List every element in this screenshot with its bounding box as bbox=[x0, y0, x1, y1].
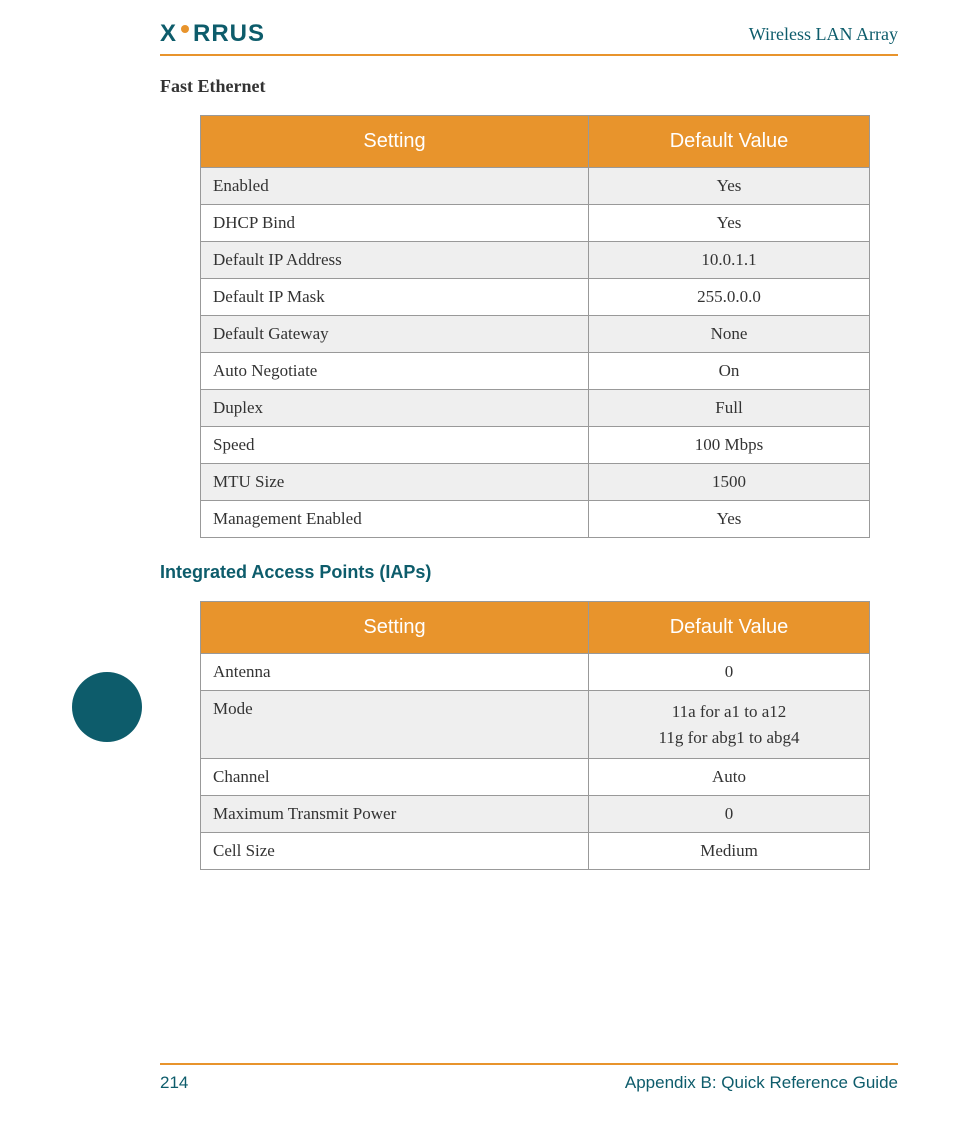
value-cell: 1500 bbox=[589, 464, 870, 501]
table-header-setting: Setting bbox=[201, 116, 589, 168]
setting-cell: Mode bbox=[201, 691, 589, 759]
iaps-table: Setting Default Value Antenna0Mode11a fo… bbox=[200, 601, 870, 870]
appendix-label: Appendix B: Quick Reference Guide bbox=[625, 1073, 898, 1093]
setting-cell: Channel bbox=[201, 759, 589, 796]
table-row: Cell SizeMedium bbox=[201, 833, 870, 870]
value-cell: 255.0.0.0 bbox=[589, 279, 870, 316]
value-cell: 0 bbox=[589, 654, 870, 691]
value-cell: 100 Mbps bbox=[589, 427, 870, 464]
setting-cell: Antenna bbox=[201, 654, 589, 691]
setting-cell: DHCP Bind bbox=[201, 205, 589, 242]
table-row: EnabledYes bbox=[201, 168, 870, 205]
value-cell: Full bbox=[589, 390, 870, 427]
logo-dot-icon bbox=[181, 25, 189, 33]
value-cell: Medium bbox=[589, 833, 870, 870]
value-cell: 11a for a1 to a1211g for abg1 to abg4 bbox=[589, 691, 870, 759]
table-row: Management EnabledYes bbox=[201, 501, 870, 538]
value-cell: 10.0.1.1 bbox=[589, 242, 870, 279]
table-header-setting: Setting bbox=[201, 602, 589, 654]
table-row: Maximum Transmit Power0 bbox=[201, 796, 870, 833]
table-row: Default IP Address10.0.1.1 bbox=[201, 242, 870, 279]
value-cell: 0 bbox=[589, 796, 870, 833]
value-cell: Auto bbox=[589, 759, 870, 796]
setting-cell: Management Enabled bbox=[201, 501, 589, 538]
table-row: MTU Size1500 bbox=[201, 464, 870, 501]
margin-circle-icon bbox=[72, 672, 142, 742]
setting-cell: Maximum Transmit Power bbox=[201, 796, 589, 833]
logo-text-rrus: RRUS bbox=[193, 20, 265, 48]
logo-text-x: X bbox=[160, 20, 177, 48]
page-footer: 214 Appendix B: Quick Reference Guide bbox=[160, 1063, 898, 1093]
table-row: Default IP Mask255.0.0.0 bbox=[201, 279, 870, 316]
table-row: Auto NegotiateOn bbox=[201, 353, 870, 390]
setting-cell: Duplex bbox=[201, 390, 589, 427]
value-cell: Yes bbox=[589, 205, 870, 242]
setting-cell: Enabled bbox=[201, 168, 589, 205]
setting-cell: Cell Size bbox=[201, 833, 589, 870]
setting-cell: Auto Negotiate bbox=[201, 353, 589, 390]
fast-ethernet-table: Setting Default Value EnabledYesDHCP Bin… bbox=[200, 115, 870, 538]
table-row: DHCP BindYes bbox=[201, 205, 870, 242]
value-cell: Yes bbox=[589, 501, 870, 538]
page-header: X RRUS Wireless LAN Array bbox=[160, 20, 898, 56]
setting-cell: MTU Size bbox=[201, 464, 589, 501]
table-header-default-value: Default Value bbox=[589, 116, 870, 168]
value-cell: On bbox=[589, 353, 870, 390]
page-number: 214 bbox=[160, 1073, 188, 1093]
table-row: Antenna0 bbox=[201, 654, 870, 691]
table-row: Mode11a for a1 to a1211g for abg1 to abg… bbox=[201, 691, 870, 759]
setting-cell: Speed bbox=[201, 427, 589, 464]
section-title-iaps: Integrated Access Points (IAPs) bbox=[160, 562, 898, 583]
main-content: Fast Ethernet Setting Default Value Enab… bbox=[160, 76, 898, 870]
value-cell: None bbox=[589, 316, 870, 353]
table-header-default-value: Default Value bbox=[589, 602, 870, 654]
section-title-fast-ethernet: Fast Ethernet bbox=[160, 76, 898, 97]
document-title: Wireless LAN Array bbox=[749, 24, 898, 45]
table-row: DuplexFull bbox=[201, 390, 870, 427]
value-cell: Yes bbox=[589, 168, 870, 205]
brand-logo: X RRUS bbox=[160, 20, 265, 48]
setting-cell: Default Gateway bbox=[201, 316, 589, 353]
table-row: Speed100 Mbps bbox=[201, 427, 870, 464]
table-row: ChannelAuto bbox=[201, 759, 870, 796]
table-row: Default GatewayNone bbox=[201, 316, 870, 353]
setting-cell: Default IP Mask bbox=[201, 279, 589, 316]
setting-cell: Default IP Address bbox=[201, 242, 589, 279]
